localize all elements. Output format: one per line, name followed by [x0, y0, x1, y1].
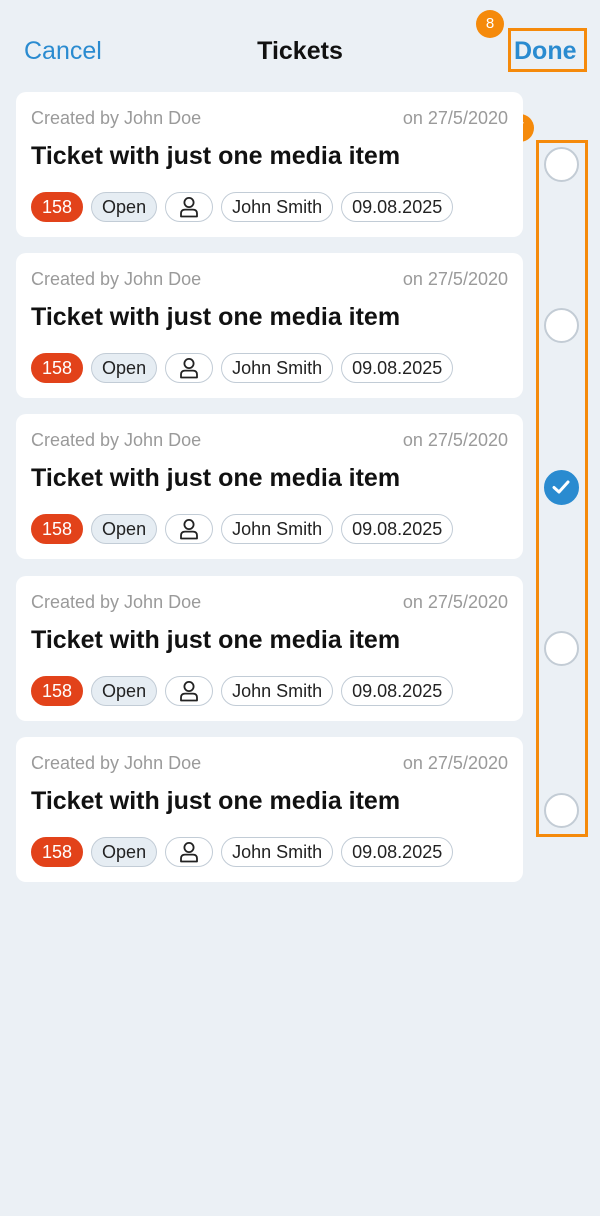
ticket-date: on 27/5/2020 — [402, 430, 508, 450]
assignee-badge: John Smith — [221, 514, 334, 544]
select-radio[interactable] — [544, 631, 579, 666]
user-icon — [165, 192, 214, 222]
status-badge: Open — [91, 676, 158, 706]
count-badge: 158 — [31, 837, 84, 867]
page-title: Tickets — [257, 37, 343, 65]
due-date-badge: 09.08.2025 — [341, 192, 454, 222]
ticket-creator: Created by John Doe — [31, 108, 202, 128]
ticket-date: on 27/5/2020 — [402, 753, 508, 773]
ticket-card[interactable]: Created by John Doe on 27/5/2020 Ticket … — [16, 576, 523, 721]
select-radio[interactable] — [544, 308, 579, 343]
status-badge: Open — [91, 353, 158, 383]
count-badge: 158 — [31, 514, 84, 544]
count-badge: 158 — [31, 676, 84, 706]
ticket-date: on 27/5/2020 — [402, 592, 508, 612]
done-marker-badge: 8 — [476, 10, 504, 38]
ticket-tags: 158 Open John Smith 09.08.2025 — [31, 514, 454, 544]
ticket-creator: Created by John Doe — [31, 430, 202, 450]
ticket-creator: Created by John Doe — [31, 753, 202, 773]
ticket-creator: Created by John Doe — [31, 269, 202, 289]
select-radio-checked[interactable] — [544, 470, 579, 505]
due-date-badge: 09.08.2025 — [341, 353, 454, 383]
nav-bar: Cancel Tickets Done 8 — [0, 0, 600, 92]
user-icon — [165, 676, 214, 706]
select-radio[interactable] — [544, 793, 579, 828]
status-badge: Open — [91, 837, 158, 867]
tickets-screen: Cancel Tickets Done 8 7 Created by John … — [0, 0, 600, 1216]
due-date-badge: 09.08.2025 — [341, 514, 454, 544]
due-date-badge: 09.08.2025 — [341, 676, 454, 706]
status-badge: Open — [91, 192, 158, 222]
ticket-title: Ticket with just one media item — [31, 787, 401, 815]
user-icon — [165, 837, 214, 867]
ticket-tags: 158 Open John Smith 09.08.2025 — [31, 353, 454, 383]
checkmark-icon — [552, 480, 570, 494]
ticket-card[interactable]: Created by John Doe on 27/5/2020 Ticket … — [16, 737, 523, 882]
assignee-badge: John Smith — [221, 676, 334, 706]
done-button[interactable]: Done — [514, 34, 577, 68]
user-icon — [165, 353, 214, 383]
select-radio[interactable] — [544, 147, 579, 182]
user-icon — [165, 514, 214, 544]
assignee-badge: John Smith — [221, 353, 334, 383]
ticket-title: Ticket with just one media item — [31, 142, 401, 170]
count-badge: 158 — [31, 192, 84, 222]
assignee-badge: John Smith — [221, 192, 334, 222]
ticket-date: on 27/5/2020 — [402, 269, 508, 289]
ticket-title: Ticket with just one media item — [31, 464, 401, 492]
count-badge: 158 — [31, 353, 84, 383]
assignee-badge: John Smith — [221, 837, 334, 867]
ticket-title: Ticket with just one media item — [31, 626, 401, 654]
ticket-card[interactable]: Created by John Doe on 27/5/2020 Ticket … — [16, 92, 523, 237]
ticket-tags: 158 Open John Smith 09.08.2025 — [31, 192, 454, 222]
due-date-badge: 09.08.2025 — [341, 837, 454, 867]
ticket-card[interactable]: Created by John Doe on 27/5/2020 Ticket … — [16, 414, 523, 559]
ticket-title: Ticket with just one media item — [31, 303, 401, 331]
ticket-creator: Created by John Doe — [31, 592, 202, 612]
ticket-date: on 27/5/2020 — [402, 108, 508, 128]
ticket-tags: 158 Open John Smith 09.08.2025 — [31, 837, 454, 867]
ticket-card[interactable]: Created by John Doe on 27/5/2020 Ticket … — [16, 253, 523, 398]
ticket-tags: 158 Open John Smith 09.08.2025 — [31, 676, 454, 706]
status-badge: Open — [91, 514, 158, 544]
